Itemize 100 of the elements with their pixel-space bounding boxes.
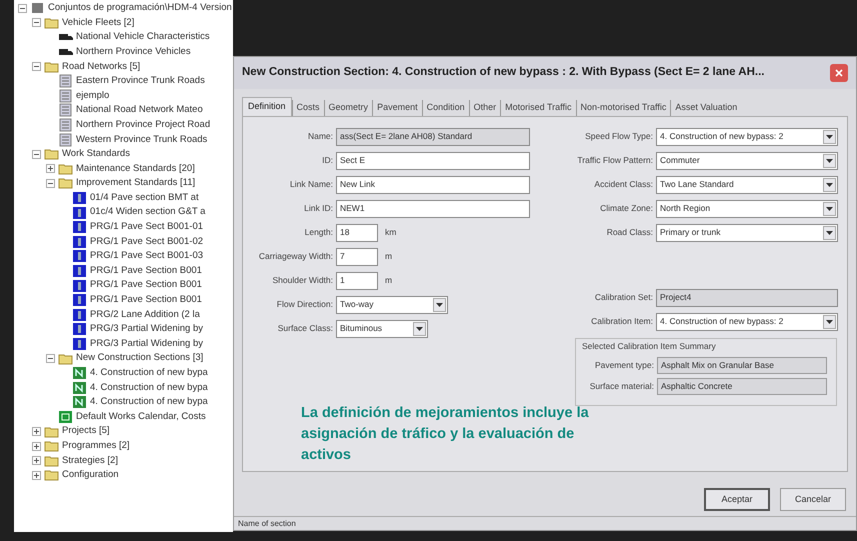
read-only-field: Asphalt Mix on Granular Base <box>657 356 827 374</box>
tree-item[interactable]: Road Networks [5] <box>62 60 140 74</box>
tree-item[interactable]: Vehicle Fleets [2] <box>62 16 134 30</box>
field-label: Calibration Set: <box>594 291 653 304</box>
input-field[interactable]: 18 <box>336 224 378 242</box>
expander-icon[interactable] <box>32 442 41 451</box>
dropdown[interactable]: 4. Construction of new bypass: 2 <box>656 128 838 146</box>
field-label: Speed Flow Type: <box>584 130 653 143</box>
improvement-icon <box>72 308 87 322</box>
tree-item[interactable]: Programmes [2] <box>62 438 130 454</box>
status-text: Name of section <box>238 518 296 530</box>
tab[interactable]: Definition <box>242 97 292 116</box>
field-label: Climate Zone: <box>599 202 653 215</box>
dropdown[interactable]: Commuter <box>656 152 838 170</box>
folder-icon <box>44 60 59 74</box>
dropdown[interactable]: Bituminous <box>336 320 428 338</box>
input-field[interactable]: 7 <box>336 248 378 266</box>
tree-item[interactable]: Eastern Province Trunk Roads <box>76 74 205 88</box>
improvement-icon <box>72 220 87 234</box>
tree-item[interactable]: 01c/4 Widen section G&T a <box>90 205 206 220</box>
new-section-icon <box>72 380 87 395</box>
unit-label: m <box>385 274 392 287</box>
tree-item[interactable]: PRG/1 Pave Sect B001-02 <box>90 234 204 249</box>
field-label: Traffic Flow Pattern: <box>576 154 653 167</box>
expander-icon[interactable] <box>46 164 55 174</box>
dropdown[interactable]: 4. Construction of new bypass: 2 <box>656 312 838 330</box>
improvement-icon <box>72 322 87 336</box>
improvement-icon <box>72 234 87 249</box>
improvement-icon <box>72 293 87 308</box>
tree-item[interactable]: 4. Construction of new bypa <box>90 380 208 395</box>
tree-item[interactable]: PRG/3 Partial Widening by <box>90 322 203 336</box>
tree-item[interactable]: Western Province Trunk Roads <box>76 132 208 147</box>
tree-item[interactable]: Strategies [2] <box>62 454 118 468</box>
tree-item[interactable]: Conjuntos de programación\HDM-4 Version <box>48 1 232 16</box>
tree-item[interactable]: 4. Construction of new bypa <box>90 395 208 410</box>
tree-item[interactable]: Northern Province Project Road <box>76 118 210 132</box>
new-section-icon <box>72 366 87 380</box>
tree-item[interactable]: National Road Network Mateo <box>76 103 203 118</box>
folder-icon <box>44 439 59 454</box>
expander-icon[interactable] <box>32 456 41 466</box>
tree-item[interactable]: 4. Construction of new bypa <box>90 366 208 380</box>
field-label: Pavement type: <box>594 358 654 372</box>
folder-icon <box>44 454 59 468</box>
tree-item[interactable]: Default Works Calendar, Costs <box>76 410 206 424</box>
close-button[interactable] <box>830 64 848 82</box>
road-network-icon <box>58 103 73 118</box>
annotation-text: La definición de mejoramientos incluye la asignación de tráfico y la evaluación de activos <box>301 404 590 465</box>
tree-item[interactable]: PRG/1 Pave Section B001 <box>90 278 202 293</box>
calendar-icon <box>58 410 73 424</box>
group-title: Selected Calibration Item Summary <box>582 340 717 353</box>
dropdown[interactable]: North Region <box>656 200 838 218</box>
input-field[interactable]: 1 <box>336 272 378 290</box>
tree-item[interactable]: PRG/3 Partial Widening by <box>90 336 203 352</box>
expander-icon[interactable] <box>46 178 55 188</box>
tree-item[interactable]: 01/4 Pave section BMT at <box>90 190 199 206</box>
expander-icon[interactable] <box>18 4 27 13</box>
expander-icon[interactable] <box>32 470 41 480</box>
folder-icon <box>44 16 59 30</box>
folder-icon <box>58 352 73 366</box>
tree-item[interactable]: PRG/2 Lane Addition (2 la <box>90 308 200 322</box>
dialog-button[interactable]: Aceptar <box>704 488 770 511</box>
field-label: Shoulder Width: <box>272 274 333 287</box>
tree-item[interactable]: New Construction Sections [3] <box>76 351 204 366</box>
folder-icon <box>58 162 73 176</box>
database-icon <box>30 1 45 16</box>
input-field[interactable]: New Link <box>336 176 530 194</box>
tree-item[interactable]: ejemplo <box>76 88 110 103</box>
dropdown[interactable]: Two-way <box>336 296 448 314</box>
expander-icon[interactable] <box>32 62 41 72</box>
expander-icon[interactable] <box>32 18 41 28</box>
tree-item[interactable]: Projects [5] <box>62 424 110 439</box>
tree-item[interactable]: Improvement Standards [11] <box>76 176 196 191</box>
road-network-icon <box>58 88 73 103</box>
field-label: Surface Class: <box>276 322 333 335</box>
improvement-icon <box>72 206 87 220</box>
input-field[interactable]: Sect E <box>336 152 530 170</box>
tree-item[interactable]: PRG/1 Pave Sect B001-03 <box>90 249 204 264</box>
tree-item[interactable]: Maintenance Standards [20] <box>76 162 195 176</box>
tree-item[interactable]: PRG/1 Pave Section B001 <box>90 293 202 308</box>
tree-item[interactable]: PRG/1 Pave Section B001 <box>90 264 202 278</box>
close-icon <box>835 69 843 77</box>
tree-item[interactable]: Work Standards <box>62 147 130 162</box>
tree-item[interactable]: PRG/1 Pave Sect B001-01 <box>90 220 204 234</box>
expander-icon[interactable] <box>46 354 55 364</box>
tree-item[interactable]: National Vehicle Characteristics <box>76 30 210 45</box>
read-only-field: Asphaltic Concrete <box>657 378 827 395</box>
input-field[interactable]: NEW1 <box>336 200 530 218</box>
new-section-icon <box>72 395 87 410</box>
field-label: Surface material: <box>588 380 654 393</box>
expander-icon[interactable] <box>32 427 41 436</box>
tree-item[interactable]: Configuration <box>62 468 119 482</box>
folder-icon <box>44 424 59 439</box>
road-network-icon <box>58 74 73 88</box>
dropdown[interactable]: Two Lane Standard <box>656 176 838 194</box>
road-network-icon <box>58 132 73 147</box>
dropdown[interactable]: Primary or trunk <box>656 224 838 242</box>
tree-item[interactable]: Northern Province Vehicles <box>76 44 191 60</box>
field-label: Link ID: <box>303 202 333 215</box>
expander-icon[interactable] <box>32 150 41 159</box>
dialog-button[interactable]: Cancelar <box>780 488 846 511</box>
